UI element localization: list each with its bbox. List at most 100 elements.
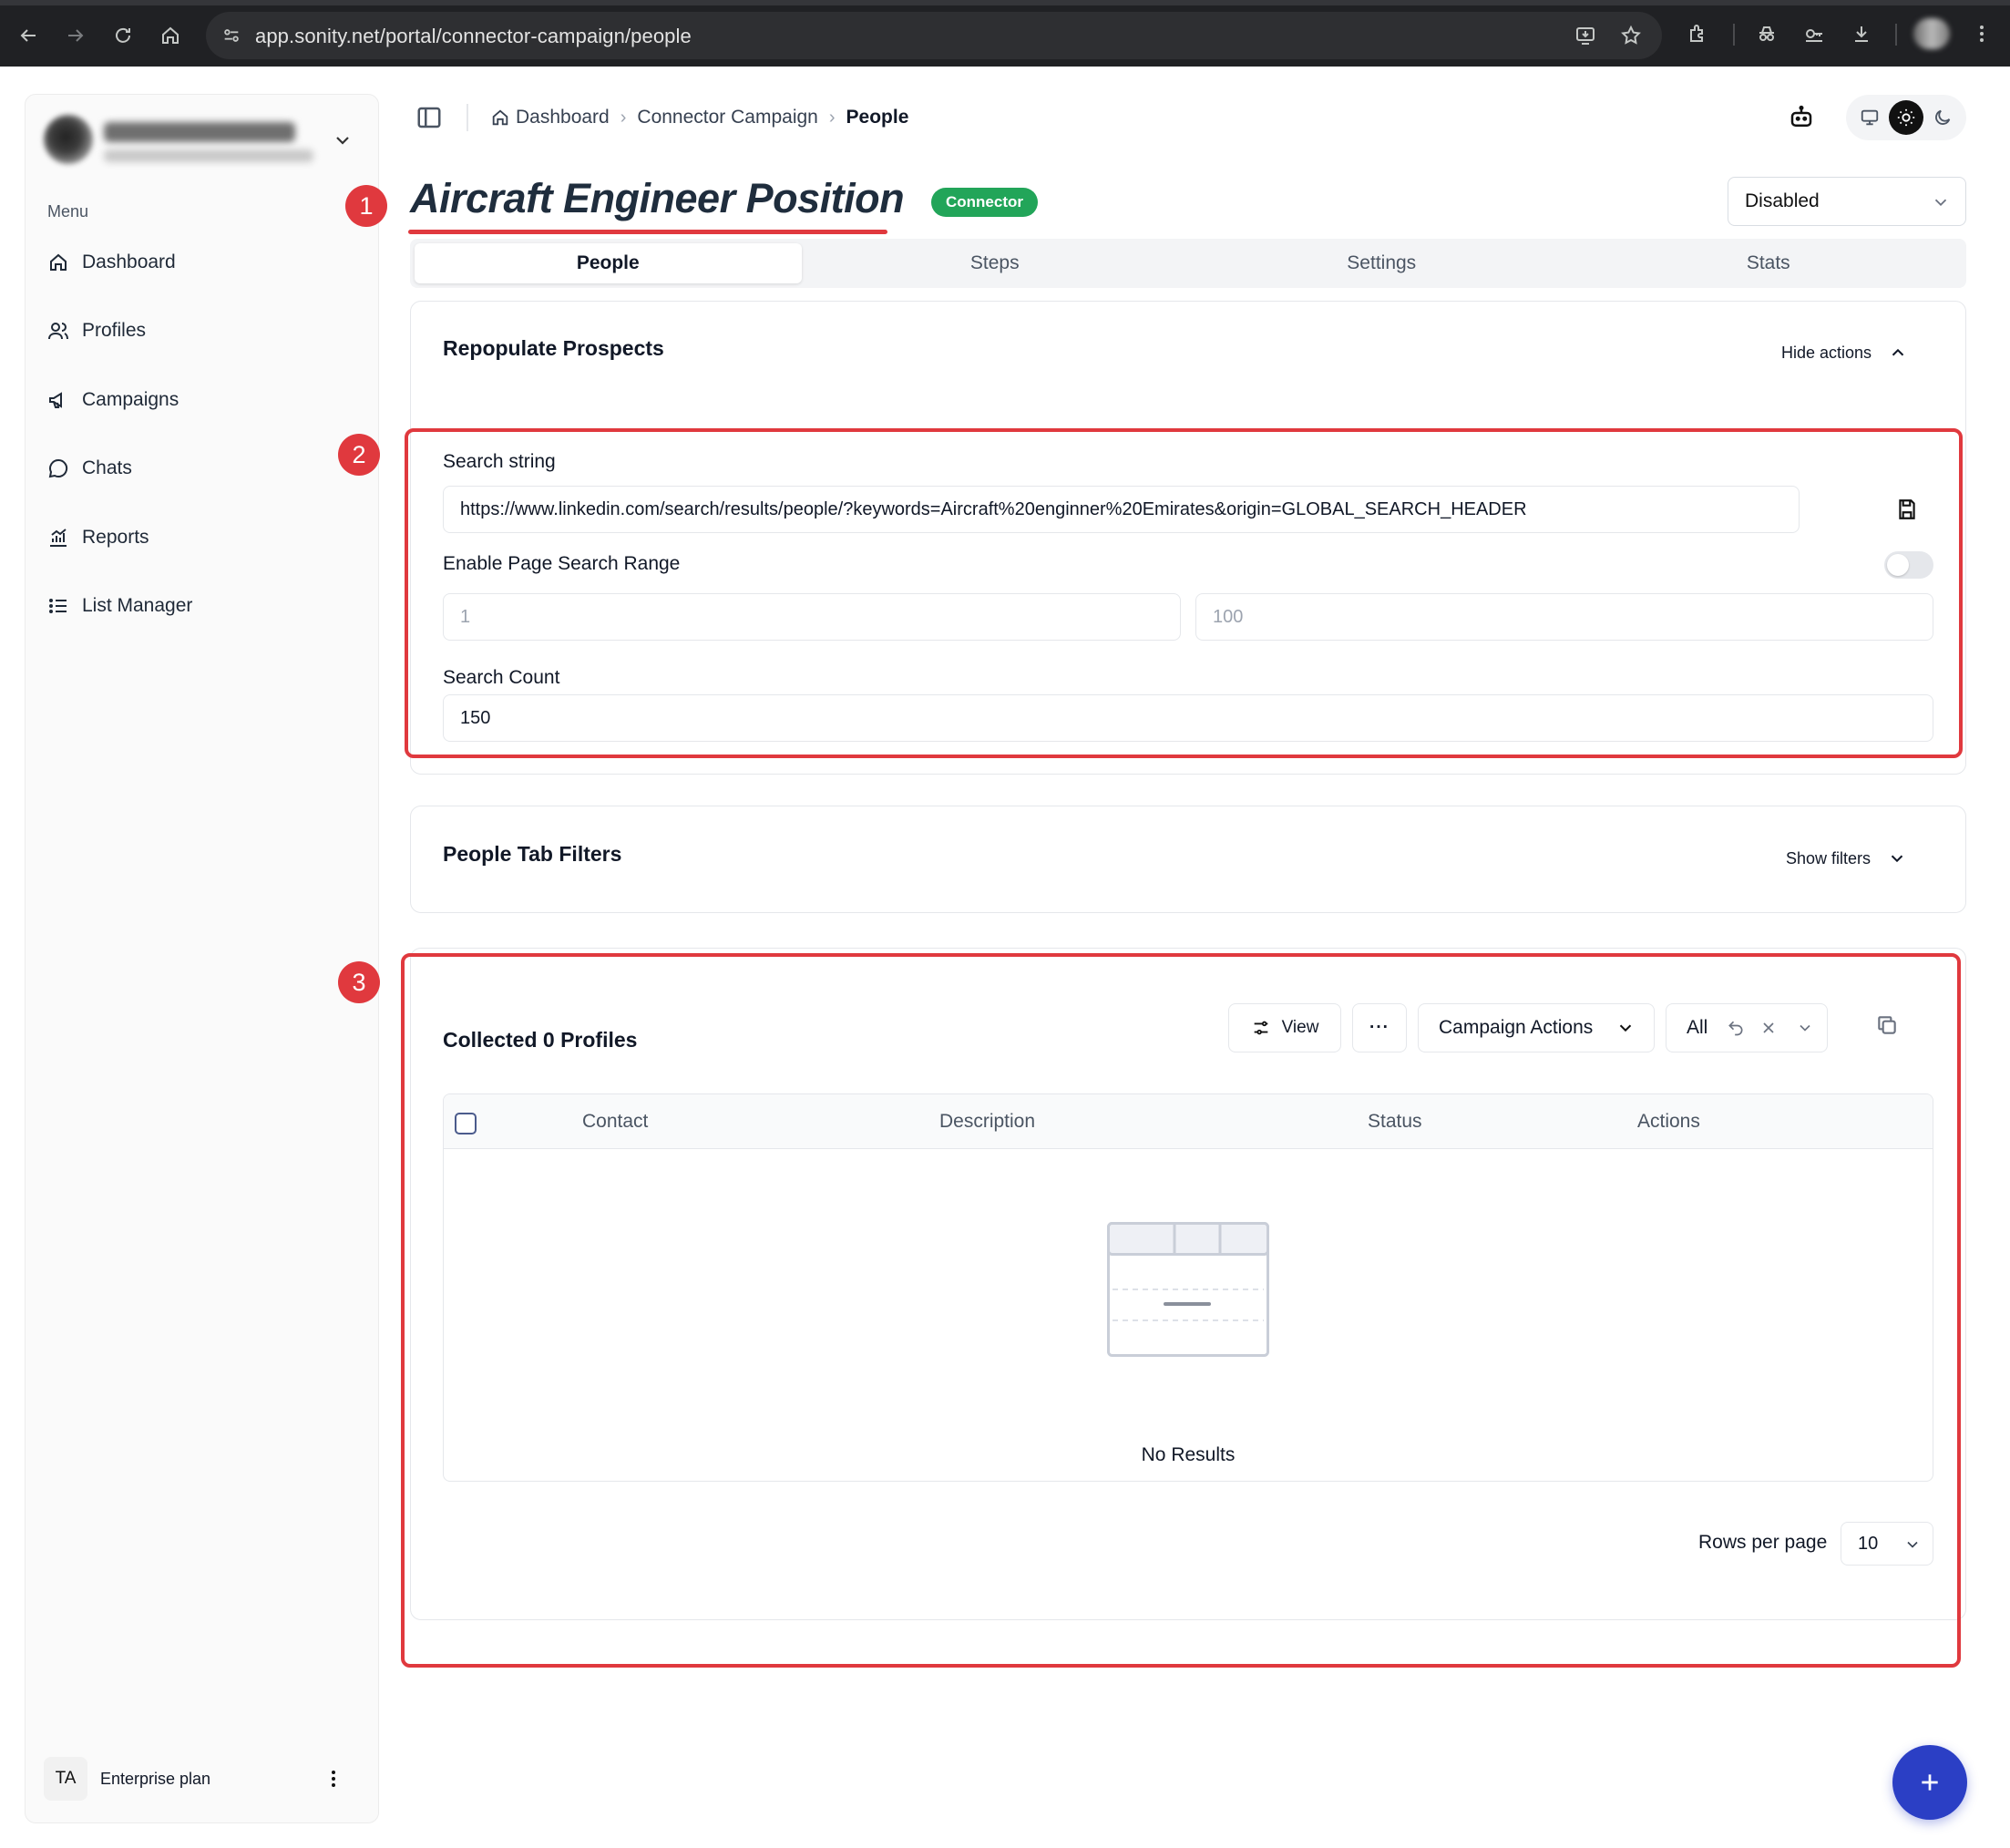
column-header-contact[interactable]: Contact [582, 1111, 648, 1133]
browser-menu-icon[interactable] [1966, 18, 1997, 49]
bot-icon[interactable] [1788, 104, 1815, 131]
chevron-down-icon[interactable] [332, 129, 354, 151]
range-from-input[interactable]: 1 [443, 593, 1181, 641]
sidebar: Menu Dashboard Profiles Campaigns Chats … [25, 94, 379, 1823]
menu-label: Menu [47, 202, 89, 221]
range-to-input[interactable]: 100 [1195, 593, 1933, 641]
password-key-icon[interactable] [1799, 18, 1830, 49]
empty-state-text: No Results [1141, 1444, 1236, 1465]
hide-actions-button[interactable]: Hide actions [1781, 343, 1908, 363]
home-icon [492, 109, 508, 126]
chart-icon [50, 529, 67, 547]
breadcrumb-label[interactable]: Dashboard [516, 107, 610, 128]
people-filters-card [410, 806, 1966, 913]
search-count-input[interactable]: 150 [443, 694, 1933, 742]
view-label: View [1281, 1018, 1319, 1037]
annotation-marker-1: 1 [345, 185, 387, 227]
sidebar-toggle-icon[interactable] [415, 104, 443, 131]
sidebar-item-chats[interactable]: Chats [36, 447, 366, 490]
breadcrumb-dashboard[interactable]: Dashboard [490, 107, 610, 128]
chevron-down-icon [1619, 1024, 1632, 1032]
page-range-toggle[interactable] [1884, 551, 1933, 579]
chevron-down-icon[interactable] [1796, 1019, 1814, 1037]
tab-settings[interactable]: Settings [1188, 243, 1575, 283]
sidebar-item-dashboard[interactable]: Dashboard [36, 241, 366, 284]
save-icon[interactable] [1895, 498, 1919, 521]
site-info-icon[interactable] [219, 23, 244, 48]
breadcrumb-connector-campaign[interactable]: Connector Campaign [637, 107, 817, 128]
org-logo [44, 115, 93, 164]
campaign-actions-button[interactable]: Campaign Actions [1418, 1003, 1655, 1052]
forward-icon[interactable] [60, 20, 91, 51]
sidebar-item-label: List Manager [82, 595, 193, 616]
more-options-label: ··· [1369, 1018, 1390, 1037]
rows-per-page-select[interactable]: 10 [1841, 1522, 1933, 1566]
select-all-checkbox[interactable] [455, 1113, 477, 1134]
org-email-redacted [104, 149, 313, 162]
campaign-status-select[interactable]: Disabled [1728, 177, 1966, 226]
org-switcher[interactable] [44, 111, 363, 169]
reload-icon[interactable] [108, 20, 138, 51]
column-header-status[interactable]: Status [1368, 1111, 1422, 1133]
sidebar-item-reports[interactable]: Reports [36, 516, 366, 560]
moon-icon[interactable] [1925, 100, 1960, 135]
browser-chrome: app.sonity.net/portal/connector-campaign… [0, 0, 2010, 67]
column-header-actions: Actions [1637, 1111, 1700, 1132]
profile-filter-select[interactable]: All [1666, 1003, 1828, 1052]
sidebar-item-campaigns[interactable]: Campaigns [36, 378, 366, 422]
chevron-right-icon: › [620, 107, 627, 128]
install-app-icon[interactable] [1573, 23, 1598, 48]
home-icon [50, 253, 67, 271]
undo-icon[interactable] [1727, 1019, 1745, 1037]
tab-people[interactable]: People [415, 243, 802, 283]
more-options-button[interactable]: ··· [1352, 1003, 1407, 1052]
more-vertical-icon[interactable] [323, 1768, 344, 1790]
sidebar-item-profiles[interactable]: Profiles [36, 309, 366, 353]
sidebar-item-label: Chats [82, 457, 132, 478]
url-text[interactable]: app.sonity.net/portal/connector-campaign… [255, 25, 692, 48]
back-icon[interactable] [13, 20, 44, 51]
show-filters-button[interactable]: Show filters [1786, 848, 1907, 868]
megaphone-icon [49, 392, 62, 408]
search-string-input[interactable]: https://www.linkedin.com/search/results/… [443, 486, 1800, 533]
browser-tabstrip [0, 0, 2010, 5]
sun-icon[interactable] [1889, 100, 1923, 135]
browser-profile-avatar[interactable] [1913, 18, 1950, 49]
download-icon[interactable] [1846, 18, 1877, 49]
chevron-down-icon [1891, 855, 1903, 863]
sidebar-item-label: Profiles [82, 320, 147, 341]
tab-stats[interactable]: Stats [1575, 243, 1963, 283]
breadcrumb-current: People [846, 107, 909, 128]
toolbar-divider [1895, 24, 1897, 46]
address-bar[interactable]: app.sonity.net/portal/connector-campaign… [206, 12, 1662, 59]
sidebar-item-label: Dashboard [82, 252, 176, 272]
chevron-right-icon: › [828, 107, 836, 128]
status-select-value: Disabled [1745, 190, 1820, 211]
monitor-icon[interactable] [1852, 100, 1887, 135]
chat-icon [48, 458, 68, 478]
view-button[interactable]: View [1228, 1003, 1341, 1052]
show-filters-label: Show filters [1786, 848, 1872, 868]
header-divider [467, 104, 468, 131]
users-icon [48, 323, 68, 340]
chevron-up-icon [1892, 348, 1904, 356]
chevron-down-icon [1907, 1541, 1918, 1548]
home-icon[interactable] [155, 20, 186, 51]
bookmark-star-icon[interactable] [1618, 23, 1644, 48]
breadcrumb: Dashboard › Connector Campaign › People [490, 104, 908, 131]
copy-icon[interactable] [1875, 1013, 1899, 1037]
add-fab-button[interactable] [1892, 1745, 1967, 1820]
table-header: Contact Description Status Actions [444, 1094, 1933, 1149]
page-title: Aircraft Engineer Position [410, 175, 905, 221]
account-footer[interactable]: TA Enterprise plan [44, 1757, 363, 1801]
extensions-icon[interactable] [1682, 18, 1713, 49]
sidebar-item-list-manager[interactable]: List Manager [36, 584, 366, 628]
column-header-description[interactable]: Description [939, 1111, 1035, 1133]
incognito-icon[interactable] [1751, 18, 1782, 49]
title-annotation-underline [408, 230, 887, 234]
filters-title: People Tab Filters [443, 842, 622, 866]
repopulate-title: Repopulate Prospects [443, 336, 664, 360]
close-icon[interactable] [1759, 1019, 1778, 1037]
tab-steps[interactable]: Steps [802, 243, 1189, 283]
page-range-label: Enable Page Search Range [443, 553, 681, 574]
